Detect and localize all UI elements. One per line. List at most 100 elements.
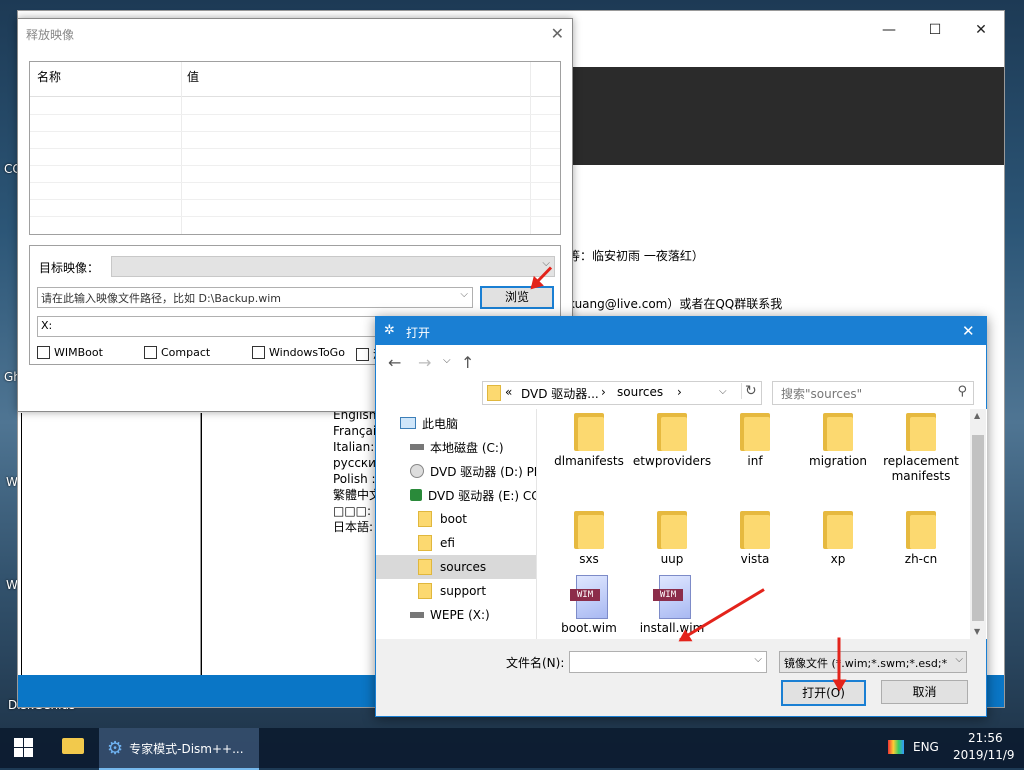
file-item[interactable]: dlmanifests [547,413,631,469]
tree-label: support [440,584,487,598]
open-dialog-close-button[interactable]: ✕ [962,322,975,340]
open-file-dialog: ✲ 打开 ✕ ← → ⌵ ↑ « DVD 驱动器... › sources › … [375,316,987,717]
author-text: 等：临安初雨 一夜落红） [568,249,704,263]
column-header-value[interactable]: 值 [187,68,199,85]
forward-arrow-icon[interactable]: → [418,353,431,372]
scroll-down-icon[interactable]: ▼ [974,627,980,636]
drive-icon [410,444,424,450]
file-item[interactable]: zh-cn [879,511,963,567]
windowstogo-label: WindowsToGo [269,346,345,359]
tree-label: boot [440,512,468,526]
file-name: replacementmanifests [883,454,959,483]
breadcrumb-separator-icon: › [601,385,606,399]
chevron-down-icon[interactable]: ⌵ [955,654,963,665]
tree-label: WEPE (X:) [430,608,490,622]
back-arrow-icon[interactable]: ← [388,353,401,372]
open-button[interactable]: 打开(O) [781,680,866,706]
file-item-boot-wim[interactable]: WIM boot.wim [547,575,631,636]
wim-file-icon: WIM [653,575,691,619]
clock-time[interactable]: 21:56 [968,731,1003,745]
file-type-select[interactable]: 镜像文件 (*.wim;*.swm;*.esd;* ⌵ [779,651,967,673]
breadcrumb-separator-icon: › [677,385,682,399]
gear-icon: ⚙ [107,737,124,759]
file-item[interactable]: vista [713,511,797,567]
dvd-icon [410,464,424,478]
recent-chevron-icon[interactable]: ⌵ [443,355,451,366]
color-app-tray-icon[interactable] [888,740,904,754]
image-info-table[interactable]: 名称 值 [29,61,561,235]
filename-label: 文件名(N): [506,656,565,670]
language-item: Françai [333,424,377,438]
tree-label: sources [440,560,487,574]
clock-date[interactable]: 2019/11/9 [953,748,1015,762]
open-dialog-titlebar: ✲ 打开 ✕ [376,317,986,345]
file-item[interactable]: sxs [547,511,631,567]
checkbox-box[interactable] [37,346,50,359]
wim-tag: WIM [653,589,683,601]
wimboot-label: WIMBoot [54,346,103,359]
maximize-button[interactable]: ☐ [912,15,958,45]
breadcrumb-sources[interactable]: sources [617,385,663,399]
folder-icon [657,511,687,549]
wimboot-checkbox[interactable]: WIMBoot [37,346,103,359]
table-header [30,62,560,97]
checkbox-box[interactable] [356,347,369,361]
contact-text: kuang@live.com）或者在QQ群联系我 [568,297,783,311]
windowstogo-checkbox[interactable]: WindowsToGo [252,346,345,359]
folder-icon [418,583,432,599]
file-item[interactable]: uup [630,511,714,567]
filename-input[interactable]: ⌵ [569,651,767,673]
breadcrumb-overflow[interactable]: « [505,385,512,399]
search-input[interactable]: 搜索"sources" ⚲ [772,381,974,405]
folder-icon [418,559,432,575]
release-dialog-close-button[interactable]: ✕ [551,24,564,43]
file-item[interactable]: migration [796,413,880,469]
checkbox-box[interactable] [252,346,265,359]
file-item[interactable]: xp [796,511,880,567]
checkbox-box[interactable] [144,346,157,359]
column-header-name[interactable]: 名称 [37,68,61,85]
search-placeholder: 搜索"sources" [781,387,863,401]
search-icon[interactable]: ⚲ [957,384,967,399]
folder-icon [574,511,604,549]
file-explorer-icon[interactable] [62,738,84,754]
minimize-button[interactable]: — [866,15,912,45]
release-dialog-title: 释放映像 [26,28,75,42]
folder-icon [574,413,604,451]
close-button[interactable]: ✕ [958,15,1004,45]
address-history-chevron-icon[interactable]: ⌵ [719,386,727,397]
table-row [30,165,560,183]
table-row [30,97,560,115]
scrollbar-thumb[interactable] [972,435,984,621]
tree-label: DVD 驱动器 (D:) PE [430,464,542,479]
folder-icon [906,511,936,549]
vertical-scrollbar[interactable]: ▲ ▼ [970,409,986,639]
table-row [30,199,560,217]
tree-item-this-pc[interactable]: 此电脑 [376,411,560,435]
file-item[interactable]: replacementmanifests [879,413,963,484]
breadcrumb-dvd-drive[interactable]: DVD 驱动器... [521,385,599,402]
taskbar-app-dism[interactable]: ⚙ 专家模式-Dism++... [99,728,259,770]
file-type-value: 镜像文件 (*.wim;*.swm;*.esd;* [784,657,948,670]
refresh-icon[interactable]: ↻ [741,383,757,399]
chevron-down-icon[interactable]: ⌵ [754,654,762,665]
image-path-combo[interactable]: 请在此输入映像文件路径，比如 D:\Backup.wim ⌵ [37,287,473,308]
computer-icon [400,417,416,429]
main-left-pane [21,413,202,676]
file-item[interactable]: inf [713,413,797,469]
address-bar[interactable]: « DVD 驱动器... › sources › ⌵ ↻ [482,381,762,405]
input-language-indicator[interactable]: ENG [913,740,939,754]
folder-icon [740,511,770,549]
folder-icon [657,413,687,451]
cancel-button[interactable]: 取消 [881,680,968,704]
target-image-select[interactable]: ⌵ [111,256,555,277]
compact-checkbox[interactable]: Compact [144,346,210,359]
target-image-label: 目标映像： [39,261,100,275]
chevron-down-icon: ⌵ [460,289,468,300]
main-header-banner [570,67,1004,165]
browse-button[interactable]: 浏览 [480,286,554,309]
table-row [30,131,560,149]
scroll-up-icon[interactable]: ▲ [974,411,980,420]
file-item[interactable]: etwproviders [630,413,714,469]
up-arrow-icon[interactable]: ↑ [461,353,474,372]
